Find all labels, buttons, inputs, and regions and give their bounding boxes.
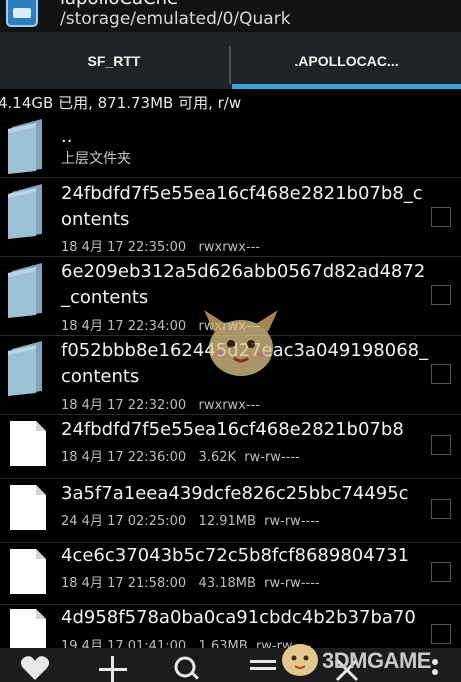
- file-size: 12.91MB: [198, 514, 256, 529]
- file-meta: 18 4月 17 21:58:00 43.18MB rw-rw----: [61, 572, 320, 591]
- search-icon[interactable]: [172, 654, 202, 682]
- tab-bar: SF_RTT .APOLLOCAC...: [0, 32, 461, 89]
- file-meta: 18 4月 17 22:36:00 3.62K rw-rw----: [61, 446, 300, 465]
- file-perms: rwxrwx---: [198, 398, 260, 413]
- file-meta: 19 4月 17 01:41:00 1.63MB rw-rw----: [61, 635, 311, 648]
- file-date: 18 4月 17 22:36:00: [61, 450, 187, 465]
- list-item[interactable]: 4ce6c37043b5c72c5b8fcf8689804731 18 4月 1…: [0, 543, 461, 606]
- file-date: 18 4月 17 21:58:00: [61, 576, 187, 591]
- file-date: 18 4月 17 22:35:00: [61, 240, 187, 255]
- select-checkbox[interactable]: [431, 562, 451, 582]
- select-checkbox[interactable]: [431, 499, 451, 519]
- window-title: lapolloCaChe: [60, 0, 178, 9]
- select-checkbox[interactable]: [431, 364, 451, 384]
- file-meta: 24 4月 17 02:25:00 12.91MB rw-rw----: [61, 510, 320, 529]
- file-date: 18 4月 17 22:34:00: [61, 319, 187, 334]
- file-name: 4ce6c37043b5c72c5b8fcf8689804731: [61, 545, 410, 566]
- parent-folder-name: ..: [61, 126, 73, 147]
- tab-sf-rtt[interactable]: SF_RTT: [0, 32, 228, 89]
- current-path: /storage/emulated/0/Quark: [60, 9, 291, 29]
- file-name: 3a5f7a1eea439dcfe826c25bbc74495c: [61, 483, 409, 504]
- file-icon: [10, 421, 46, 466]
- menu-icon[interactable]: [248, 654, 278, 682]
- folder-icon: [8, 263, 42, 318]
- tab-divider: [229, 46, 231, 84]
- select-checkbox[interactable]: [431, 285, 451, 305]
- file-size: 1.63MB: [198, 639, 248, 648]
- tab-apollocache[interactable]: .APOLLOCAC...: [232, 32, 461, 89]
- select-checkbox[interactable]: [431, 207, 451, 227]
- file-perms: rw-rw----: [244, 450, 300, 465]
- file-size: 3.62K: [198, 450, 237, 465]
- file-perms: rw-rw----: [264, 514, 320, 529]
- folder-icon: [8, 341, 42, 396]
- select-checkbox[interactable]: [431, 435, 451, 455]
- list-item[interactable]: 24fbdfd7f5e55ea16cf468e2821b07b8 18 4月 1…: [0, 415, 461, 478]
- watermark-text: 3DMGAME: [322, 648, 431, 673]
- file-icon: [10, 485, 46, 530]
- app-icon[interactable]: [3, 0, 41, 30]
- file-date: 24 4月 17 02:25:00: [61, 514, 187, 529]
- heart-icon[interactable]: [20, 654, 50, 682]
- file-name: 4d958f578a0ba0ca91cbdc4b2b37ba70: [61, 607, 416, 628]
- file-icon: [10, 549, 46, 594]
- folder-icon: [8, 184, 42, 239]
- parent-folder-row[interactable]: .. 上层文件夹: [0, 112, 461, 178]
- active-tab-indicator: [232, 84, 461, 89]
- file-perms: rwxrwx---: [198, 240, 260, 255]
- plus-icon[interactable]: [98, 654, 128, 682]
- file-name: 24fbdfd7f5e55ea16cf468e2821b07b8: [61, 419, 404, 440]
- file-meta: 18 4月 17 22:35:00 rwxrwx---: [61, 236, 260, 255]
- list-item[interactable]: 24fbdfd7f5e55ea16cf468e2821b07b8_c onten…: [0, 178, 461, 256]
- file-date: 19 4月 17 01:41:00: [61, 639, 187, 648]
- file-date: 18 4月 17 22:32:00: [61, 398, 187, 413]
- storage-info: 4.14GB 已用, 871.73MB 可用, r/w: [0, 94, 242, 112]
- file-perms: rw-rw----: [264, 576, 320, 591]
- file-size: 43.18MB: [198, 576, 256, 591]
- parent-folder-label: 上层文件夹: [61, 151, 131, 167]
- title-bar: lapolloCaChe /storage/emulated/0/Quark: [0, 0, 461, 32]
- file-name: 24fbdfd7f5e55ea16cf468e2821b07b8_c onten…: [61, 183, 423, 230]
- file-meta: 18 4月 17 22:32:00 rwxrwx---: [61, 394, 260, 413]
- folder-icon: [8, 119, 42, 174]
- mascot-watermark: [204, 310, 278, 376]
- list-item[interactable]: 3a5f7a1eea439dcfe826c25bbc74495c 24 4月 1…: [0, 479, 461, 542]
- file-icon: [10, 609, 46, 648]
